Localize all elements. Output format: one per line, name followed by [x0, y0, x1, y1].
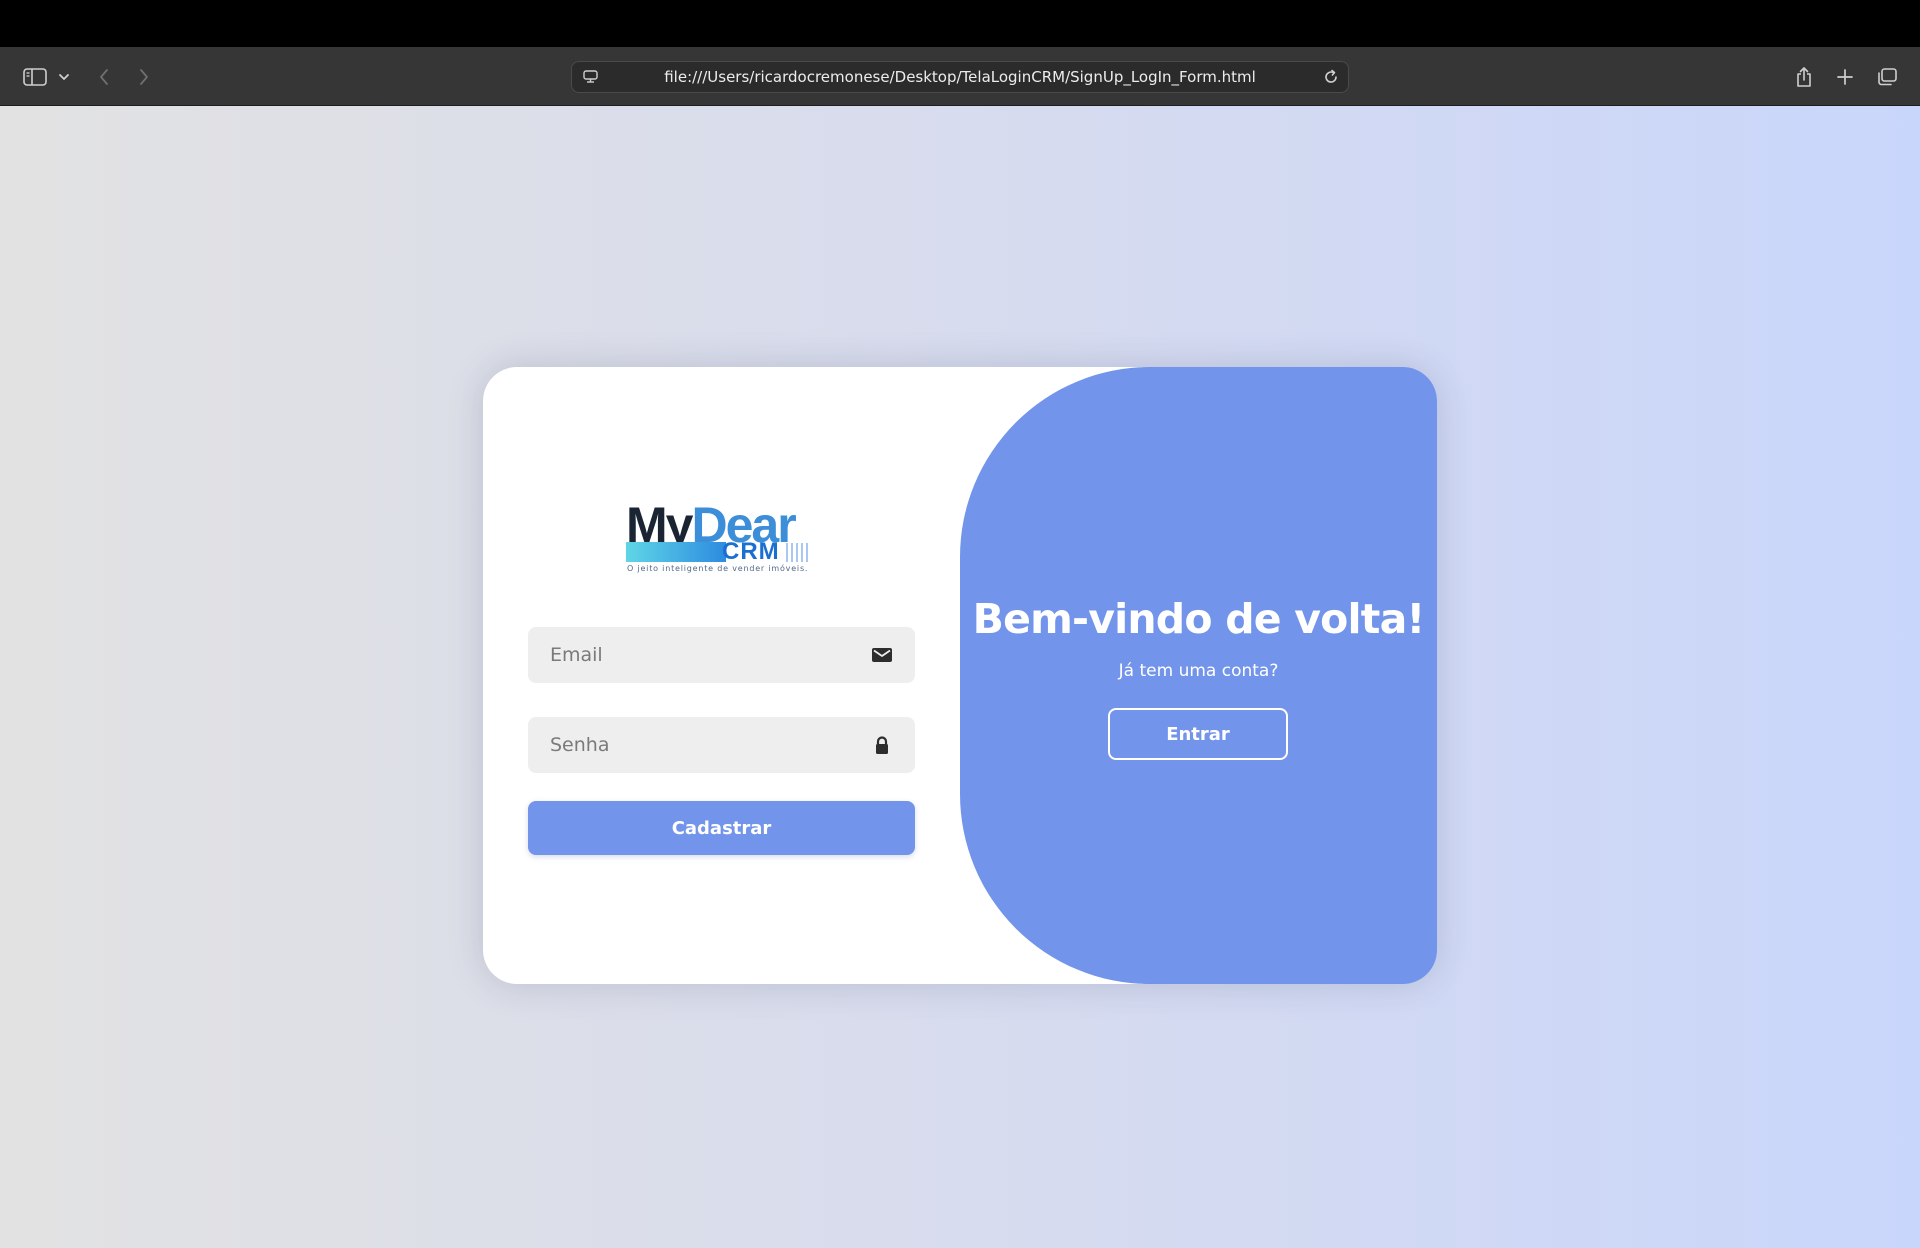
password-input[interactable] — [528, 717, 915, 773]
page-viewport: MyDear CRM O jeito inteligente de vender… — [0, 106, 1920, 1248]
mydear-crm-logo: MyDear CRM O jeito inteligente de vender… — [626, 500, 816, 574]
back-button[interactable] — [92, 47, 116, 106]
signup-button[interactable]: Cadastrar — [528, 801, 915, 855]
logo-crm-text: CRM — [722, 538, 780, 565]
new-tab-button[interactable] — [1833, 47, 1857, 106]
browser-toolbar: file:///Users/ricardocremonese/Desktop/T… — [0, 47, 1920, 106]
screen-top-bar — [0, 0, 1920, 47]
share-button[interactable] — [1792, 47, 1816, 106]
sidebar-menu-button[interactable] — [56, 47, 72, 106]
page-settings-icon[interactable] — [582, 68, 600, 86]
plus-icon — [1837, 68, 1853, 85]
logo-tagline: O jeito inteligente de vender imóveis. — [627, 564, 809, 573]
envelope-icon — [872, 648, 892, 662]
logo-stripes — [786, 543, 816, 562]
welcome-panel: Bem-vindo de volta! Já tem uma conta? En… — [960, 367, 1437, 984]
sidebar-toggle-button[interactable] — [20, 47, 50, 106]
sidebar-toggle-icon — [23, 67, 47, 86]
login-button[interactable]: Entrar — [1108, 708, 1288, 760]
logo-gradient-bar — [626, 542, 726, 562]
tabs-overview-icon — [1878, 67, 1897, 85]
signup-form: MyDear CRM O jeito inteligente de vender… — [483, 367, 960, 984]
email-input[interactable] — [528, 627, 915, 683]
share-icon — [1797, 66, 1811, 87]
address-bar[interactable]: file:///Users/ricardocremonese/Desktop/T… — [571, 61, 1349, 93]
lock-icon — [876, 736, 888, 754]
email-field[interactable] — [528, 627, 915, 683]
forward-button[interactable] — [132, 47, 156, 106]
welcome-title: Bem-vindo de volta! — [972, 595, 1426, 643]
address-url[interactable]: file:///Users/ricardocremonese/Desktop/T… — [612, 62, 1308, 92]
password-field[interactable] — [528, 717, 915, 773]
auth-card: MyDear CRM O jeito inteligente de vender… — [483, 367, 1437, 984]
reload-icon[interactable] — [1322, 68, 1340, 86]
tab-overview-button[interactable] — [1874, 47, 1900, 106]
chevron-down-icon — [59, 73, 69, 80]
chevron-right-icon — [140, 68, 148, 85]
welcome-subtitle: Já tem uma conta? — [1118, 661, 1279, 681]
chevron-left-icon — [100, 68, 108, 85]
